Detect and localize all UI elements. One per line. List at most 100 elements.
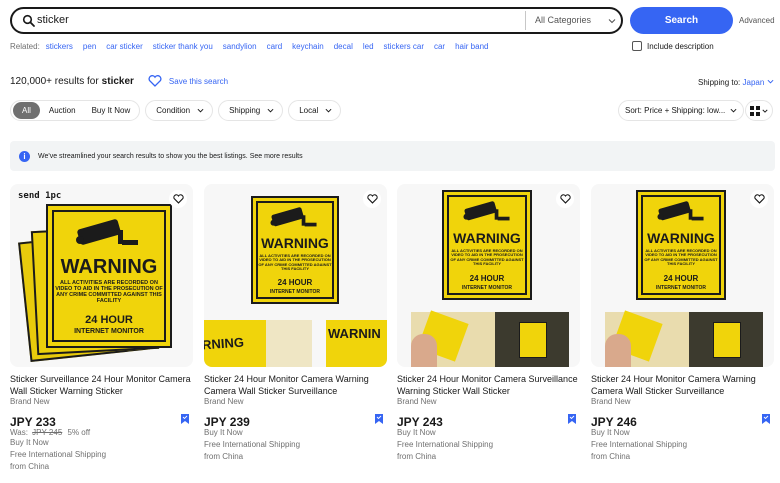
listing-title[interactable]: Sticker 24 Hour Monitor Camera Warning C… xyxy=(591,373,774,397)
watch-button[interactable] xyxy=(556,190,574,208)
listing-shipping: Free International Shipping xyxy=(397,440,494,449)
tab-buy-it-now[interactable]: Buy It Now xyxy=(85,102,138,119)
listing-card[interactable]: WARNING ALL ACTIVITIES ARE RECORDED ON V… xyxy=(204,184,387,463)
include-description[interactable]: Include description xyxy=(632,41,714,51)
chevron-down-icon xyxy=(325,108,332,113)
listing-shipping: Free International Shipping xyxy=(591,440,688,449)
listing-card[interactable]: WARNING ALL ACTIVITIES ARE RECORDED ON V… xyxy=(591,184,774,463)
related-link[interactable]: sandylion xyxy=(223,42,257,51)
related-link[interactable]: sticker thank you xyxy=(153,42,213,51)
heart-icon xyxy=(366,194,378,204)
chevron-down-icon xyxy=(762,109,768,113)
info-icon: i xyxy=(19,150,30,162)
heart-icon xyxy=(753,194,765,204)
sign-hour: 24 HOUR xyxy=(663,274,699,283)
listing-image[interactable]: send 1pc WARNING ALL ACTIVITIES ARE RECO… xyxy=(10,184,193,367)
related-link[interactable]: car sticker xyxy=(106,42,142,51)
related-link[interactable]: card xyxy=(267,42,283,51)
sign-monitor: INTERNET MONITOR xyxy=(270,289,320,295)
condition-filter[interactable]: Condition xyxy=(145,100,214,121)
chevron-down-icon xyxy=(767,79,773,84)
listing-location: from China xyxy=(204,452,244,461)
bookmark-icon[interactable] xyxy=(568,414,576,424)
heart-icon xyxy=(559,194,571,204)
related-link[interactable]: decal xyxy=(334,42,353,51)
sign-body: ALL ACTIVITIES ARE RECORDED ON VIDEO TO … xyxy=(450,248,524,267)
mounted-sticker-photo xyxy=(495,312,569,367)
local-filter[interactable]: Local xyxy=(288,100,342,121)
related-link[interactable]: pen xyxy=(83,42,96,51)
tab-all[interactable]: All xyxy=(13,102,40,119)
listing-image[interactable]: WARNING ALL ACTIVITIES ARE RECORDED ON V… xyxy=(204,184,387,367)
local-filter-label: Local xyxy=(299,106,319,115)
include-description-checkbox[interactable] xyxy=(632,41,642,51)
listing-card[interactable]: send 1pc WARNING ALL ACTIVITIES ARE RECO… xyxy=(10,184,193,473)
shipping-label: Shipping to: xyxy=(698,78,741,87)
listing-image[interactable]: WARNING ALL ACTIVITIES ARE RECORDED ON V… xyxy=(591,184,774,367)
results-count: 120,000+ results for xyxy=(10,75,99,87)
related-link[interactable]: car xyxy=(434,42,445,51)
listing-title[interactable]: Sticker 24 Hour Monitor Camera Surveilla… xyxy=(397,373,580,397)
listing-price: JPY 243 xyxy=(397,415,443,429)
listing-title[interactable]: Sticker Surveillance 24 Hour Monitor Cam… xyxy=(10,373,193,397)
listing-card[interactable]: WARNING ALL ACTIVITIES ARE RECORDED ON V… xyxy=(397,184,580,463)
sort-select[interactable]: Sort: Price + Shipping: low... xyxy=(618,100,745,121)
related-link[interactable]: led xyxy=(363,42,374,51)
sign-monitor: INTERNET MONITOR xyxy=(462,285,512,291)
listing-condition: Brand New xyxy=(10,397,50,406)
sign-hour: 24 HOUR xyxy=(469,274,505,283)
heart-icon xyxy=(172,194,184,204)
grid-view-icon xyxy=(750,105,760,116)
listing-location: from China xyxy=(397,452,437,461)
shipping-country[interactable]: Japan xyxy=(743,78,765,87)
search-bar: sticker All Categories Search Advanced xyxy=(10,7,780,35)
search-input[interactable]: sticker xyxy=(37,14,69,26)
listing-condition: Brand New xyxy=(591,397,631,406)
bookmark-icon[interactable] xyxy=(762,414,770,424)
listing-price: JPY 239 xyxy=(204,415,250,429)
save-search-link[interactable]: Save this search xyxy=(169,77,228,86)
shipping-filter[interactable]: Shipping xyxy=(218,100,284,121)
sign-warning: WARNING xyxy=(60,256,158,278)
sticker-image: WARNING ALL ACTIVITIES ARE RECORDED ON V… xyxy=(251,196,339,304)
watch-button[interactable] xyxy=(169,190,187,208)
related-link[interactable]: stickers car xyxy=(384,42,424,51)
related-link[interactable]: stickers xyxy=(46,42,73,51)
search-box[interactable]: sticker All Categories xyxy=(10,7,623,34)
sort-label: Sort: Price + Shipping: low... xyxy=(625,106,726,115)
bookmark-icon[interactable] xyxy=(181,414,189,424)
listing-image[interactable]: WARNING ALL ACTIVITIES ARE RECORDED ON V… xyxy=(397,184,580,367)
related-label: Related: xyxy=(10,42,40,51)
camera-icon xyxy=(270,207,317,227)
related-link[interactable]: keychain xyxy=(292,42,324,51)
chevron-down-icon xyxy=(730,108,737,113)
discount: 5% off xyxy=(67,428,91,437)
category-select[interactable]: All Categories xyxy=(535,15,591,25)
sticker-image: WARNING ALL ACTIVITIES ARE RECORDED ON V… xyxy=(442,190,532,300)
listing-title[interactable]: Sticker 24 Hour Monitor Camera Warning C… xyxy=(204,373,387,397)
listing-buy-format: Buy It Now xyxy=(10,438,49,447)
listing-location: from China xyxy=(591,452,631,461)
bookmark-icon[interactable] xyxy=(375,414,383,424)
listing-shipping: Free International Shipping xyxy=(204,440,301,449)
tab-auction[interactable]: Auction xyxy=(42,102,83,119)
listing-condition: Brand New xyxy=(397,397,437,406)
search-button[interactable]: Search xyxy=(630,7,733,34)
sign-hour: 24 HOUR xyxy=(277,278,313,287)
was-price: JPY 245 xyxy=(32,428,63,437)
watch-button[interactable] xyxy=(750,190,768,208)
sticker-backing xyxy=(266,320,312,367)
peeled-sticker-right: WARNIN xyxy=(326,320,387,367)
sign-body: ALL ACTIVITIES ARE RECORDED ON VIDEO TO … xyxy=(55,280,163,305)
chevron-down-icon xyxy=(197,108,204,113)
watch-button[interactable] xyxy=(363,190,381,208)
shipping-to[interactable]: Shipping to: Japan xyxy=(698,78,774,87)
related-link[interactable]: hair band xyxy=(455,42,488,51)
heart-icon[interactable] xyxy=(148,75,162,87)
camera-icon xyxy=(657,201,704,221)
listing-shipping: Free International Shipping xyxy=(10,450,107,459)
camera-icon xyxy=(76,219,138,245)
view-toggle[interactable] xyxy=(745,100,773,121)
sticker-image: WARNING ALL ACTIVITIES ARE RECORDED ON V… xyxy=(636,190,726,300)
advanced-search-link[interactable]: Advanced xyxy=(739,16,775,25)
